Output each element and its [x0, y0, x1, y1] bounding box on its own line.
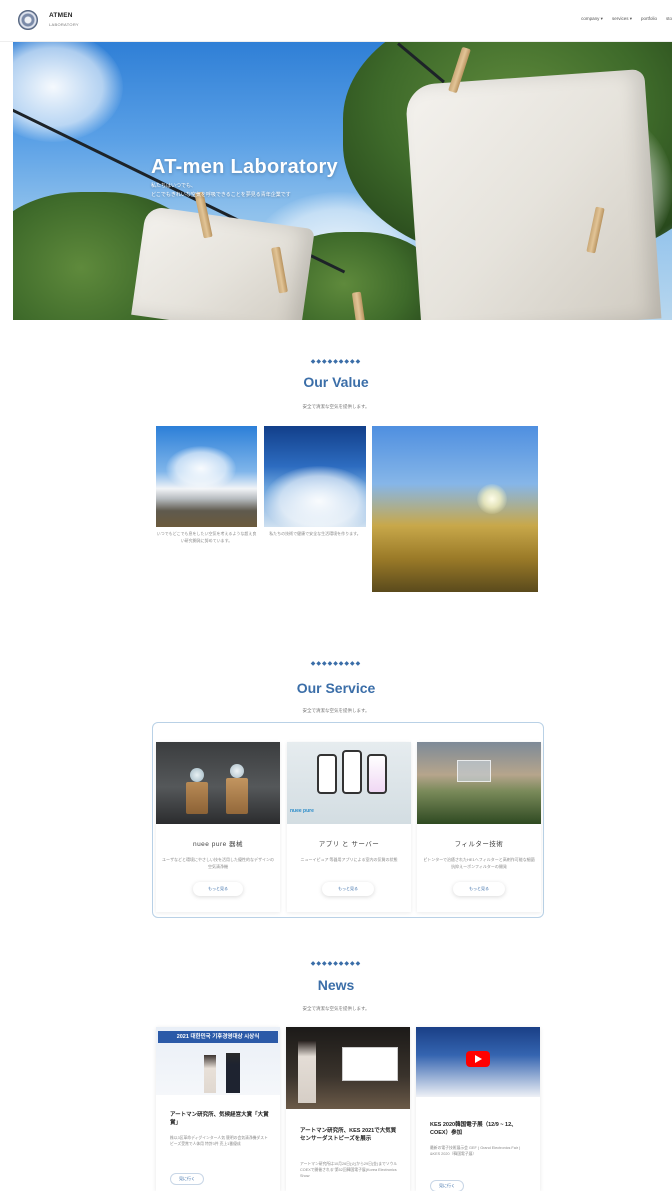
person-figure — [298, 1041, 316, 1103]
filter-sheet — [457, 760, 491, 782]
service-card: フィルター技術 ピトンターで治癒されたHE1ヘフィルターと高剤作可能な細菌抗抑え… — [417, 742, 541, 912]
hero-banner: AT-men Laboratory 私たちはいつでも、 どこでもきれいな空気を呼… — [13, 42, 672, 320]
service-image-filter — [417, 742, 541, 824]
phone-mockup — [367, 754, 387, 794]
nav-company[interactable]: company ▾ — [581, 16, 603, 22]
device-base — [226, 778, 248, 814]
news-read-button[interactable]: 見に行く — [170, 1173, 204, 1185]
hero-subtitle-line: どこでもきれいな空気を呼吸できることを夢見る青年企業です — [151, 192, 291, 198]
service-card: nuee pure 器械 ユーザなどと環境にやさしい技を活用した優性的なデザイン… — [156, 742, 280, 912]
person-figure — [226, 1053, 240, 1093]
play-button-icon[interactable] — [466, 1051, 490, 1067]
device-globe — [230, 764, 244, 778]
news-image-booth — [416, 1027, 540, 1097]
service-card-desc: ピトンターで治癒されたHE1ヘフィルターと高剤作可能な細菌抗抑えーボンフィルター… — [423, 857, 535, 869]
hero-cloud — [13, 42, 123, 142]
logo-subtitle: LABORATORY — [49, 22, 79, 27]
service-card-title: フィルター技術 — [454, 841, 504, 848]
image-cloud — [264, 466, 366, 527]
news-banner: 2021 대한민국 기후경영대상 시상식 — [158, 1031, 278, 1043]
value-section-title: Our Value — [303, 374, 369, 390]
news-card-title: アートマン研究所、KES 2021で大気質センサーダストピーズを展示 — [300, 1128, 397, 1142]
service-section-subtitle: 安全で清潔な空気を提供します。 — [302, 708, 370, 713]
section-divider-diamonds: ◆◆◆◆◆◆◆◆◆ — [310, 359, 362, 365]
nav-services[interactable]: services ▾ — [612, 16, 632, 22]
phone-mockup — [342, 750, 362, 794]
nav-portfolio[interactable]: portfolio — [641, 16, 657, 22]
nav-store[interactable]: sto — [666, 16, 672, 22]
value-section-subtitle: 安全で清潔な空気を提供します。 — [302, 404, 370, 409]
hero-subtitle-line: 私たちはいつでも、 — [151, 183, 196, 189]
service-section-title: Our Service — [296, 680, 376, 696]
service-card: nuee pure アプリ と サーバー ニューイピュア 等器用アプリによる室内… — [287, 742, 411, 912]
news-card-title: KES 2020韓国電子展（12/9 ~ 12、COEX）参加 — [430, 1122, 517, 1136]
image-cloud — [166, 446, 236, 491]
news-image-expo — [286, 1027, 410, 1109]
value-image-clouds — [264, 426, 366, 527]
news-card-desc: 最新の電子技術展示会 GEF ( Grand Electronics Fair … — [430, 1146, 521, 1156]
hero-subtitle: 私たちはいつでも、 どこでもきれいな空気を呼吸できることを夢見る青年企業です — [151, 182, 291, 200]
main-nav: company ▾ services ▾ portfolio sto — [581, 16, 672, 22]
service-card-desc: ニューイピュア 等器用アプリによる室内の気質の状態 — [300, 857, 398, 862]
sun-icon — [477, 484, 507, 514]
section-divider-diamonds: ◆◆◆◆◆◆◆◆◆ — [310, 961, 362, 967]
service-image-app: nuee pure — [287, 742, 411, 824]
phone-mockup — [317, 754, 337, 794]
nuee-pure-label: nuee pure — [290, 808, 314, 814]
news-card[interactable]: KES 2020韓国電子展（12/9 ~ 12、COEX）参加 最新の電子技術展… — [416, 1027, 540, 1191]
news-read-button[interactable]: 見に行く — [430, 1180, 464, 1191]
news-card-desc: アートマン研究所は10月26日(火)から29日(金)までソウル COEXで開催さ… — [300, 1162, 398, 1178]
hanging-cloth — [404, 68, 662, 320]
value-caption: 私たちの技術で健康で安全な生活環境を作ります。 — [269, 531, 361, 536]
section-divider-diamonds: ◆◆◆◆◆◆◆◆◆ — [310, 661, 362, 667]
service-more-button[interactable]: もっと見る — [453, 882, 505, 896]
value-caption: いつでもどこでも息をしたい空気を考えるような超え良い研究開発に努めています。 — [156, 531, 257, 543]
news-card[interactable]: 2021 대한민국 기후경영대상 시상식 アートマン研究所、気候経営大賞「大賞賞… — [156, 1027, 280, 1191]
device-globe — [190, 768, 204, 782]
news-card[interactable]: アートマン研究所、KES 2021で大気質センサーダストピーズを展示 アートマン… — [286, 1027, 410, 1191]
site-header: ATMEN LABORATORY company ▾ services ▾ po… — [0, 0, 672, 42]
value-image-mountain — [156, 426, 257, 527]
service-card-title: アプリ と サーバー — [318, 841, 380, 848]
news-image-award: 2021 대한민국 기후경영대상 시상식 — [156, 1027, 280, 1095]
news-section-title: News — [317, 977, 355, 993]
service-card-desc: ユーザなどと環境にやさしい技を活用した優性的なデザインの空気清浄機 — [162, 857, 274, 869]
news-section-subtitle: 安全で清潔な空気を提供します。 — [302, 1006, 370, 1011]
service-image-device — [156, 742, 280, 824]
service-more-button[interactable]: もっと見る — [322, 882, 374, 896]
news-card-desc: 株以3区革命ディグインター人気 競明の会気清浄機ダストピーズ受賞で人体用 特許3… — [170, 1136, 268, 1146]
news-card-title: アートマン研究所、気候経営大賞「大賞賞」 — [170, 1112, 269, 1126]
play-triangle-icon — [475, 1055, 482, 1063]
device-base — [186, 782, 208, 814]
logo-emblem-icon[interactable] — [18, 10, 38, 30]
service-card-title: nuee pure 器械 — [192, 841, 244, 848]
person-figure — [204, 1055, 216, 1093]
hero-title: AT-men Laboratory — [151, 156, 338, 178]
logo-name[interactable]: ATMEN — [49, 12, 73, 19]
service-more-button[interactable]: もっと見る — [193, 882, 243, 896]
value-image-forest — [372, 426, 538, 592]
display-screen — [342, 1047, 398, 1081]
